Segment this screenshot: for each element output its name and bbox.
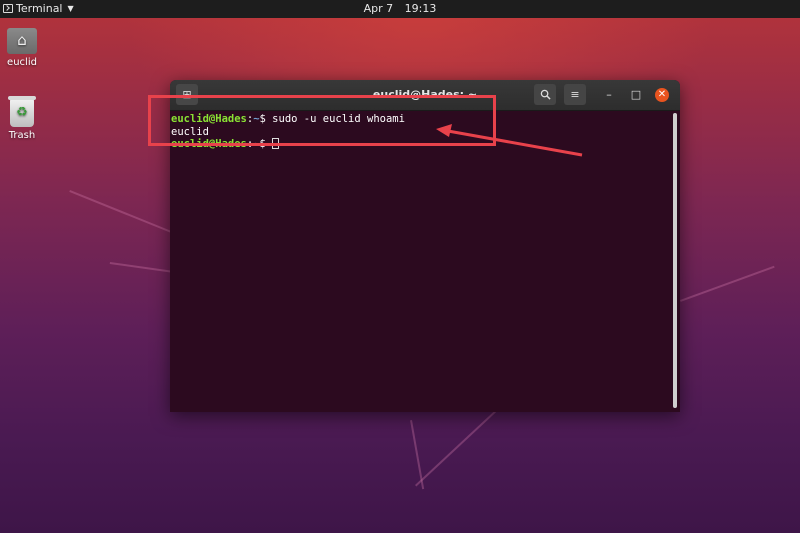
annotation-arrow (436, 124, 583, 157)
